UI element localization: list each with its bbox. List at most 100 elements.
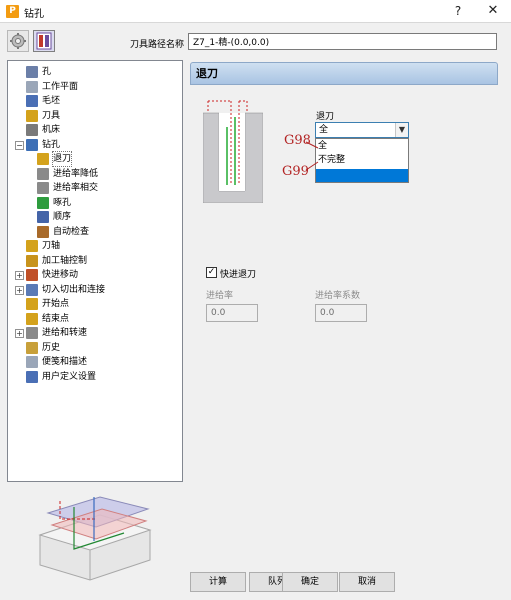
tree-item-label: 钻孔	[42, 139, 61, 150]
tree-item[interactable]: 自动检查	[8, 225, 182, 239]
tree-item[interactable]: + 切入切出和连接	[8, 283, 182, 297]
workplane-icon	[26, 80, 38, 93]
block-icon	[26, 95, 38, 107]
expand-icon[interactable]: +	[15, 329, 24, 338]
tree-item[interactable]: 机床	[8, 123, 182, 137]
tree-item[interactable]: 啄孔	[8, 196, 182, 210]
feed-reduce-icon	[37, 167, 49, 180]
tree-item[interactable]: + 快进移动	[8, 268, 182, 282]
retract-icon	[37, 153, 49, 165]
g99-annotation: G99	[282, 164, 309, 179]
tree-item[interactable]: 刀轴	[8, 239, 182, 253]
tree-item[interactable]: 加工轴控制	[8, 254, 182, 268]
feed-factor-label: 进给率系数	[315, 291, 361, 301]
rapid-move-icon	[26, 269, 38, 281]
tree-item-label: 顺序	[53, 212, 72, 222]
user-settings-icon	[26, 370, 38, 383]
tree-item-label: 自动检查	[53, 226, 90, 237]
tool-axis-icon	[26, 240, 38, 252]
tree-item[interactable]: 开始点	[8, 297, 182, 311]
leads-links-icon	[26, 283, 38, 296]
tree-item-label: 进给率降低	[53, 168, 99, 179]
expand-icon[interactable]: +	[15, 271, 24, 280]
tree-item[interactable]: 刀具	[8, 109, 182, 123]
feed-rate-label: 进给率	[206, 291, 234, 301]
tree-item-label: 机床	[42, 125, 61, 135]
chevron-down-icon[interactable]: ▼	[395, 123, 408, 137]
window-title: 钻孔	[24, 9, 44, 20]
feed-factor-input[interactable]: 0.0	[315, 304, 367, 322]
tree-item[interactable]: 历史	[8, 341, 182, 355]
toolpath-name-label: 刀具路径名称	[130, 40, 185, 50]
rapid-retract-label: 快进退刀	[220, 270, 257, 280]
tree-item[interactable]: 退刀	[8, 151, 182, 167]
tree-item[interactable]: 用户定义设置	[8, 370, 182, 384]
tree-item-label: 进给率相交	[53, 183, 99, 193]
settings-tree[interactable]: 孔工作平面毛坯刀具机床 − 钻孔 退刀 进给率降低进给率相交啄孔顺序自动检查刀轴加工轴控…	[7, 60, 183, 482]
dropdown-option-full[interactable]: 全	[316, 140, 408, 153]
tree-item-label: 历史	[42, 342, 61, 353]
tree-item[interactable]: 进给率降低	[8, 167, 182, 181]
tree-item-label: 结束点	[42, 313, 70, 324]
axis-control-icon	[26, 254, 38, 267]
hole-icon	[26, 66, 38, 78]
tree-item-label: 孔	[42, 67, 52, 77]
settings-gear-icon[interactable]	[7, 30, 29, 52]
tree-item[interactable]: − 钻孔	[8, 138, 182, 152]
tree-item-label: 进给和转速	[42, 328, 88, 338]
retract-type-select[interactable]: 全 ▼	[315, 122, 409, 138]
feed-intersect-icon	[37, 182, 49, 194]
tree-item[interactable]: 工作平面	[8, 80, 182, 94]
tree-item[interactable]: 顺序	[8, 210, 182, 224]
tree-item-label: 加工轴控制	[42, 255, 88, 266]
auto-verify-icon	[37, 225, 49, 238]
tree-item[interactable]: 毛坯	[8, 94, 182, 108]
feed-rate-input[interactable]: 0.0	[206, 304, 258, 322]
peck-icon	[37, 196, 49, 209]
tree-item-label: 用户定义设置	[42, 371, 97, 382]
g98-annotation: G98	[284, 133, 311, 148]
tree-item[interactable]: 孔	[8, 65, 182, 79]
app-icon: P	[6, 5, 19, 18]
ok-button[interactable]: 确定	[282, 572, 338, 592]
title-bar: P 钻孔 ? ✕	[0, 0, 511, 23]
cancel-button[interactable]: 取消	[339, 572, 395, 592]
section-header-retract: 退刀	[190, 62, 498, 85]
tree-item-label: 快进移动	[42, 270, 79, 280]
tool-library-icon[interactable]	[33, 30, 55, 52]
tree-item-label: 退刀	[51, 151, 73, 167]
retract-diagram	[202, 97, 264, 204]
help-button[interactable]: ?	[450, 3, 466, 19]
retract-type-dropdown[interactable]: 全 不完整	[315, 138, 409, 183]
tree-item-label: 开始点	[42, 299, 70, 309]
tree-item[interactable]: 结束点	[8, 312, 182, 326]
tree-item-label: 便笺和描述	[42, 357, 88, 367]
tree-item-label: 切入切出和连接	[42, 284, 106, 295]
history-icon	[26, 341, 38, 354]
retract-type-label: 退刀	[316, 112, 335, 122]
rapid-retract-checkbox[interactable]: ✓	[206, 267, 217, 278]
tree-item-label: 工作平面	[42, 81, 79, 92]
drill-icon	[26, 138, 38, 151]
machine-icon	[26, 124, 38, 136]
expand-icon[interactable]: +	[15, 285, 24, 295]
toolpath-name-input[interactable]	[188, 33, 497, 50]
collapse-icon[interactable]: −	[15, 140, 24, 150]
tree-item-label: 刀具	[42, 110, 61, 121]
tree-item-label: 啄孔	[53, 197, 72, 208]
dropdown-option-highlighted[interactable]	[316, 169, 408, 182]
retract-type-value: 全	[319, 125, 329, 135]
close-button[interactable]: ✕	[485, 3, 501, 19]
tree-item[interactable]: + 进给和转速	[8, 326, 182, 340]
feeds-speeds-icon	[26, 327, 38, 339]
tree-item[interactable]: 进给率相交	[8, 181, 182, 195]
start-point-icon	[26, 298, 38, 310]
tree-item-label: 毛坯	[42, 96, 61, 106]
order-icon	[37, 211, 49, 223]
end-point-icon	[26, 312, 38, 325]
notes-icon	[26, 356, 38, 368]
tree-item[interactable]: 便笺和描述	[8, 355, 182, 369]
operation-preview-image	[30, 485, 160, 585]
calculate-button[interactable]: 计算	[190, 572, 246, 592]
dropdown-option-partial[interactable]: 不完整	[316, 154, 408, 167]
